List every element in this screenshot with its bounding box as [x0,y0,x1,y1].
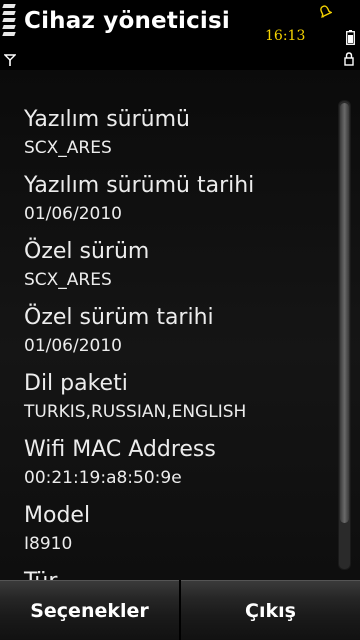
options-softkey[interactable]: Seçenekler [0,580,179,640]
device-info-list: Yazılım sürümü SCX_ARES Yazılım sürümü t… [24,106,324,580]
info-label: Özel sürüm tarihi [24,305,214,330]
info-value: 01/06/2010 [24,336,122,356]
list-item: Dil paketi TURKIS,RUSSIAN,ENGLISH [24,370,324,436]
info-value: 00:21:19:a8:50:9e [24,468,182,488]
info-value: SCX_ARES [24,138,112,158]
battery-icon [346,30,355,45]
info-value: I8910 [24,534,73,554]
status-strip [0,48,360,70]
list-item: Tür [24,568,324,580]
lock-icon [344,52,354,66]
info-value: TURKIS,RUSSIAN,ENGLISH [24,402,247,422]
scrollbar-thumb[interactable] [340,103,349,523]
info-label: Yazılım sürümü tarihi [24,173,255,198]
info-label: Tür [24,568,324,580]
list-item: Wifi MAC Address 00:21:19:a8:50:9e [24,436,324,502]
info-value: 01/06/2010 [24,204,122,224]
list-item: Özel sürüm tarihi 01/06/2010 [24,304,324,370]
title-bar: Cihaz yöneticisi 16:13 [0,0,360,48]
softkey-bar: Seçenekler Çıkış [0,580,360,640]
clock: 16:13 [265,28,306,44]
info-label: Özel sürüm [24,239,150,264]
page-title: Cihaz yöneticisi [24,8,230,34]
list-item: Model I8910 [24,502,324,568]
list-item: Özel sürüm SCX_ARES [24,238,324,304]
menu-app-icon[interactable] [2,4,16,44]
bell-icon [320,5,332,18]
exit-softkey[interactable]: Çıkış [181,580,360,640]
list-item: Yazılım sürümü tarihi 01/06/2010 [24,172,324,238]
info-value: SCX_ARES [24,270,112,290]
device-info-panel[interactable]: Yazılım sürümü SCX_ARES Yazılım sürümü t… [0,70,360,580]
signal-antenna-icon [4,54,16,66]
list-item: Yazılım sürümü SCX_ARES [24,106,324,172]
info-label: Model [24,503,91,528]
scrollbar[interactable] [338,100,351,570]
info-label: Dil paketi [24,371,128,396]
info-label: Wifi MAC Address [24,437,216,462]
info-label: Yazılım sürümü [24,107,190,132]
device-manager-screen: Cihaz yöneticisi 16:13 Yazılım sürümü SC… [0,0,360,640]
